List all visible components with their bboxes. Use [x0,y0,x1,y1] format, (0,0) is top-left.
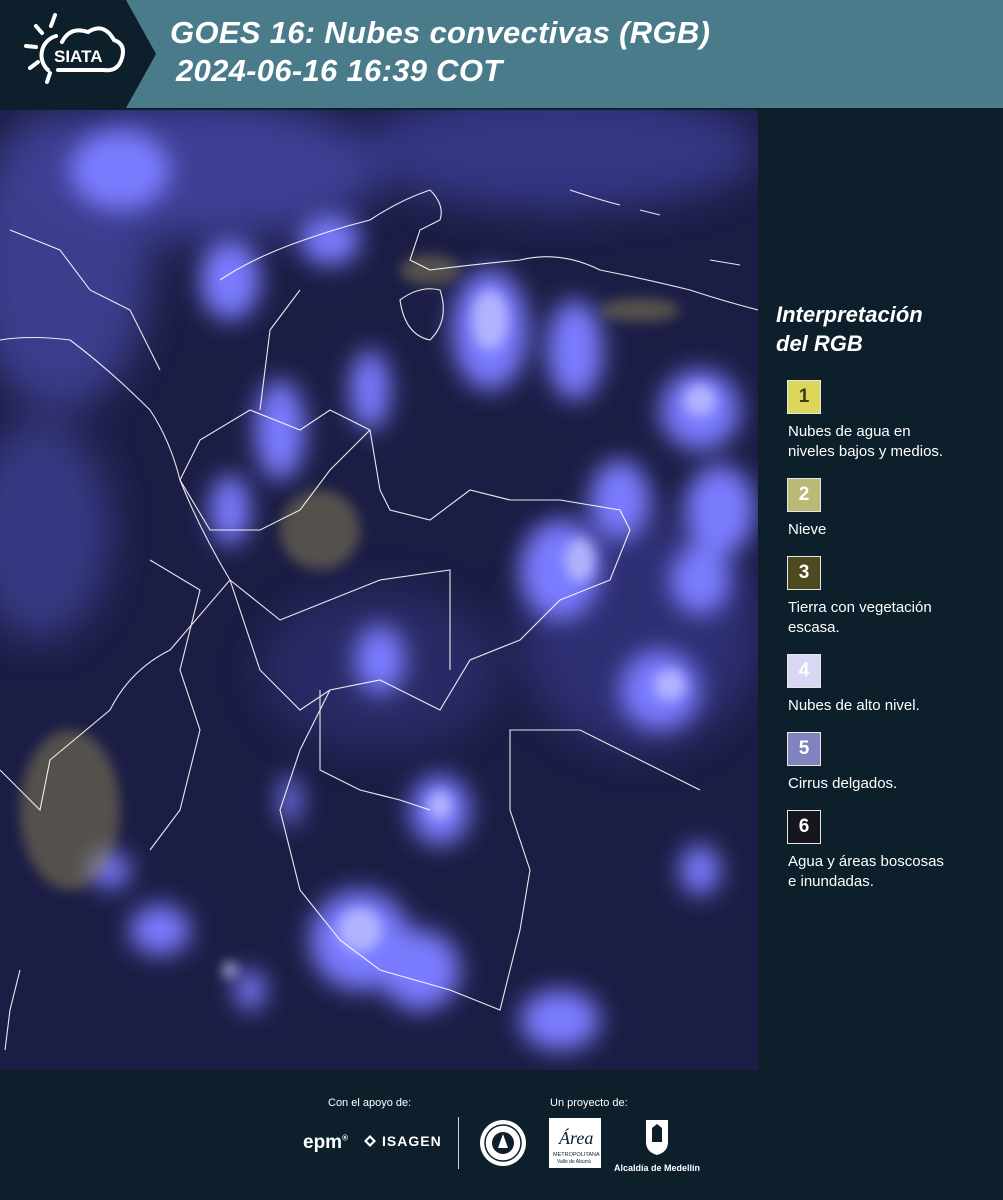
siata-logo: SIATA [0,0,156,108]
legend-title-line-1: Interpretación [776,302,923,327]
legend-item: 2 Nieve [776,478,996,540]
legend-items: 1 Nubes de agua en niveles bajos y medios.… [776,380,996,892]
satellite-map [0,110,758,1070]
legend-label-line-1: Cirrus delgados. [788,775,898,792]
legend-label: Cirrus delgados. [788,774,996,794]
isagen-icon [364,1135,376,1147]
isagen-logo: ISAGEN [362,1133,442,1149]
legend-item: 3 Tierra con vegetación escasa. [776,556,996,638]
area-logo-word: Área [558,1127,593,1148]
legend-title-line-2: del RGB [776,331,863,356]
medellin-shield-icon [646,1120,668,1155]
legend-label-line-1: Nubes de alto nivel. [788,697,920,714]
epm-logo: epm® [303,1132,348,1153]
footer-divider [458,1117,459,1169]
legend-label-line-2: escasa. [788,619,840,636]
legend-label-line-1: Nieve [788,521,827,538]
project-label: Un proyecto de: [550,1097,628,1109]
page-title: GOES 16: Nubes convectivas (RGB) 2024-06… [170,14,710,90]
legend-label-line-2: niveles bajos y medios. [788,443,944,460]
title-line-1: GOES 16: Nubes convectivas (RGB) [170,15,711,50]
legend-swatch: 1 [787,380,821,414]
university-seal-icon [480,1120,526,1166]
title-timestamp: 2024-06-16 16:39 COT [176,53,503,88]
area-logo-sub-2: Valle de Aburrá [557,1159,591,1165]
legend-swatch: 3 [787,556,821,590]
header-bar: SIATA GOES 16: Nubes convectivas (RGB) 2… [0,0,1003,108]
alcaldia-logo: Alcaldía de Medellín [612,1118,702,1173]
legend-item: 6 Agua y áreas boscosas e inundadas. [776,810,996,892]
epm-logo-text: epm [303,1132,343,1153]
support-label: Con el apoyo de: [328,1097,412,1109]
legend-label: Agua y áreas boscosas e inundadas. [788,852,996,892]
legend-item: 5 Cirrus delgados. [776,732,996,794]
legend-title: Interpretación del RGB [776,300,996,358]
legend-item: 4 Nubes de alto nivel. [776,654,996,716]
legend-label: Tierra con vegetación escasa. [788,598,996,638]
legend-label-line-1: Tierra con vegetación [788,599,932,616]
legend: Interpretación del RGB 1 Nubes de agua en… [776,300,996,908]
alcaldia-label: Alcaldía de Medellín [613,1163,701,1173]
area-metropolitana-logo: Área METROPOLITANA Valle de Aburrá [549,1118,601,1168]
isagen-logo-text: ISAGEN [382,1133,442,1149]
footer: Con el apoyo de: Un proyecto de: epm® IS… [0,1070,1003,1200]
legend-label-line-2: e inundadas. [788,873,874,890]
legend-label: Nieve [788,520,996,540]
siata-logo-text: SIATA [54,47,102,66]
legend-swatch: 2 [787,478,821,512]
legend-swatch: 6 [787,810,821,844]
legend-swatch: 4 [787,654,821,688]
legend-swatch: 5 [787,732,821,766]
legend-label: Nubes de agua en niveles bajos y medios. [788,422,996,462]
legend-item: 1 Nubes de agua en niveles bajos y medios. [776,380,996,462]
legend-label-line-1: Agua y áreas boscosas [788,853,944,870]
legend-label-line-1: Nubes de agua en [788,423,911,440]
area-logo-sub-1: METROPOLITANA [553,1152,600,1158]
legend-label: Nubes de alto nivel. [788,696,996,716]
